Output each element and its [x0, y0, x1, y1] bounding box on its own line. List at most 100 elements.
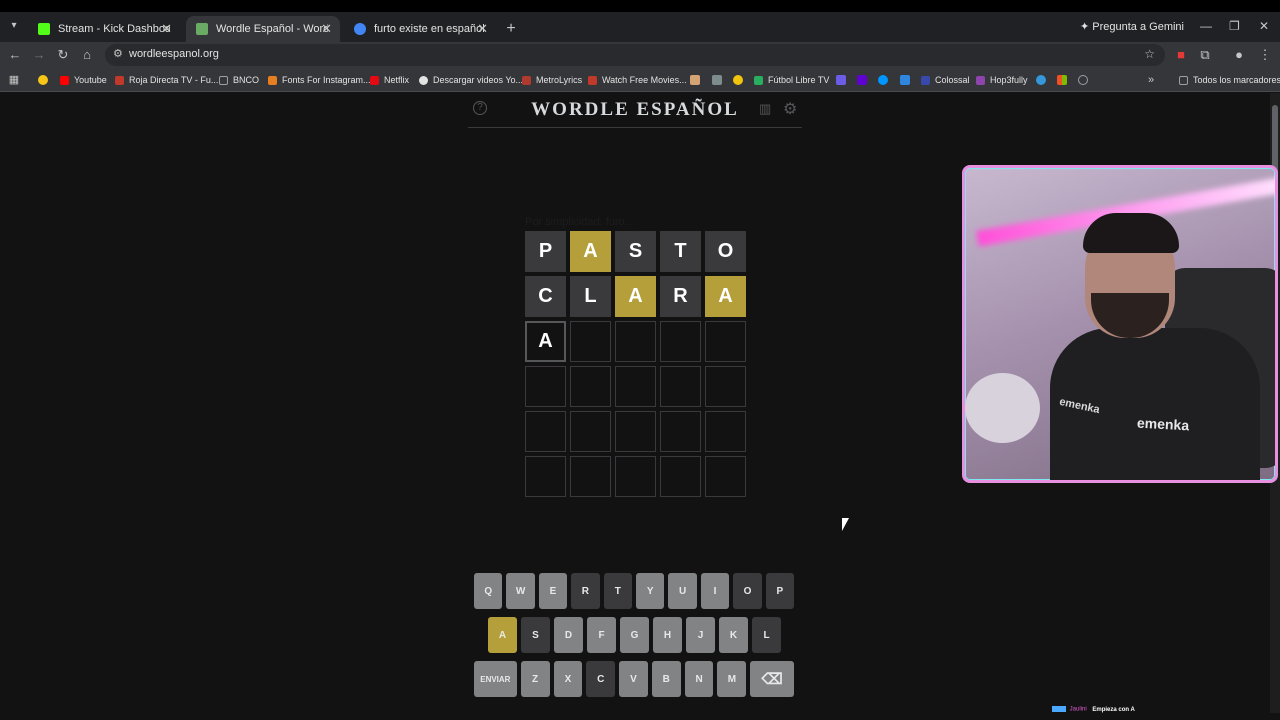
board-tile: O — [705, 231, 746, 272]
tab-google-search[interactable]: furto existe en español - Buscar con Goo… — [344, 16, 496, 42]
key-z[interactable]: Z — [520, 661, 550, 697]
close-window-icon[interactable]: ✕ — [1259, 19, 1269, 33]
reload-icon[interactable]: ↻ — [54, 46, 72, 64]
tab-search-chevron-icon[interactable]: ▾ — [6, 18, 22, 34]
new-tab-plus-icon[interactable]: + — [502, 20, 520, 38]
close-tab-icon[interactable]: ✕ — [477, 16, 488, 42]
restore-icon[interactable]: ❐ — [1229, 19, 1240, 33]
key-r[interactable]: R — [571, 573, 600, 609]
key-q[interactable]: Q — [474, 573, 503, 609]
tab-kick-dashboard[interactable]: Stream - Kick Dashboard ✕ — [28, 16, 180, 42]
bookmark-watch-movies[interactable]: Watch Free Movies... — [588, 72, 687, 88]
keyboard-row: ENVIAR Z X C V B N M ⌫ — [474, 661, 798, 697]
site-info-icon[interactable]: ⚙ — [113, 47, 123, 60]
key-p[interactable]: P — [765, 573, 795, 609]
forward-arrow-icon[interactable]: → — [30, 46, 48, 64]
key-v[interactable]: V — [619, 661, 648, 697]
extensions-puzzle-icon[interactable]: ⧉ — [1196, 46, 1214, 64]
bookmark-descargar-videos[interactable]: Descargar videos Yo... — [419, 72, 523, 88]
key-h[interactable]: H — [653, 617, 682, 653]
key-d[interactable]: D — [554, 617, 583, 653]
key-t[interactable]: T — [603, 573, 633, 609]
key-s[interactable]: S — [521, 617, 550, 653]
microsoft-icon[interactable] — [1057, 75, 1067, 85]
address-bar[interactable]: ⚙ wordleespanol.org ☆ — [105, 44, 1165, 66]
apps-grid-icon[interactable]: ▦ — [5, 71, 23, 89]
yahoo-icon[interactable] — [857, 75, 867, 85]
game-board: PASTOCLARAA — [525, 231, 746, 501]
page-title: WORDLE ESPAÑOL — [531, 99, 739, 120]
key-j[interactable]: J — [686, 617, 715, 653]
key-i[interactable]: I — [700, 573, 730, 609]
netflix-icon — [370, 76, 379, 85]
bookmark-hop3fully[interactable]: Hop3fully — [976, 72, 1028, 88]
key-w[interactable]: W — [506, 573, 535, 609]
folder-icon — [1179, 76, 1188, 85]
bookmark-all-bookmarks[interactable]: Todos los marcadores — [1179, 72, 1280, 88]
profile-avatar-icon[interactable]: ● — [1230, 46, 1248, 64]
key-x[interactable]: X — [553, 661, 583, 697]
board-tile — [705, 456, 746, 497]
bookmark-icon[interactable] — [690, 75, 700, 85]
more-bookmarks-chevron-icon[interactable]: » — [1142, 71, 1160, 89]
enter-key[interactable]: ENVIAR — [474, 661, 517, 697]
chat-badge-icon — [1052, 706, 1066, 712]
key-o[interactable]: O — [733, 573, 762, 609]
bookmark-icon[interactable] — [733, 75, 743, 85]
gemini-button[interactable]: ✦ Pregunta a Gemini — [1080, 20, 1184, 33]
bookmark-icon[interactable] — [1036, 75, 1046, 85]
key-g[interactable]: G — [620, 617, 649, 653]
bookmark-icon[interactable] — [900, 75, 910, 85]
board-tile — [615, 411, 656, 452]
key-u[interactable]: U — [668, 573, 697, 609]
bookmark-icon[interactable] — [878, 75, 888, 85]
close-tab-icon[interactable]: ✕ — [321, 16, 332, 42]
bookmark-icon[interactable] — [836, 75, 846, 85]
emoji-bookmark-icon[interactable] — [38, 75, 48, 85]
close-tab-icon[interactable]: ✕ — [161, 16, 172, 42]
bookmark-icon[interactable] — [712, 75, 722, 85]
folder-icon — [219, 76, 228, 85]
bookmark-fonts-instagram[interactable]: Fonts For Instagram... — [268, 72, 371, 88]
bookmark-metrolyrics[interactable]: MetroLyrics — [522, 72, 582, 88]
backspace-key-icon[interactable]: ⌫ — [750, 661, 794, 697]
bookmark-bnco[interactable]: BNCO — [219, 72, 259, 88]
key-k[interactable]: K — [719, 617, 748, 653]
tab-wordle[interactable]: Wordle Español - Wordle ilimitado ✕ — [186, 16, 340, 42]
globe-icon[interactable] — [1078, 75, 1088, 85]
metrolyrics-icon — [522, 76, 531, 85]
board-row: PASTO — [525, 231, 746, 272]
key-a[interactable]: A — [488, 617, 517, 653]
stats-chart-icon[interactable]: ▥ — [759, 101, 771, 117]
gear-icon[interactable]: ⚙ — [783, 99, 797, 119]
back-arrow-icon[interactable]: ← — [6, 46, 24, 64]
extension-icon[interactable]: ■ — [1172, 46, 1190, 64]
key-e[interactable]: E — [538, 573, 568, 609]
board-tile — [660, 456, 701, 497]
key-l[interactable]: L — [752, 617, 781, 653]
fonts-icon — [268, 76, 277, 85]
bookmark-colossal[interactable]: Colossal — [921, 72, 970, 88]
minimize-icon[interactable]: — — [1200, 19, 1212, 33]
key-n[interactable]: N — [684, 661, 714, 697]
bookmark-star-icon[interactable]: ☆ — [1144, 47, 1155, 61]
key-f[interactable]: F — [587, 617, 616, 653]
board-tile: A — [705, 276, 746, 317]
key-c[interactable]: C — [586, 661, 616, 697]
home-icon[interactable]: ⌂ — [78, 46, 96, 64]
bookmark-youtube[interactable]: Youtube — [60, 72, 107, 88]
board-row — [525, 411, 746, 452]
board-tile: C — [525, 276, 566, 317]
bookmark-futbol-libre[interactable]: Fútbol Libre TV — [754, 72, 829, 88]
key-m[interactable]: M — [717, 661, 747, 697]
bookmark-netflix[interactable]: Netflix — [370, 72, 409, 88]
bookmark-roja-directa[interactable]: Roja Directa TV - Fu... — [115, 72, 218, 88]
key-y[interactable]: Y — [636, 573, 665, 609]
board-row — [525, 366, 746, 407]
menu-kebab-icon[interactable]: ⋮ — [1256, 46, 1274, 64]
webcam-overlay: emenka emenka — [962, 165, 1278, 483]
board-tile — [615, 456, 656, 497]
key-b[interactable]: B — [651, 661, 681, 697]
board-tile — [615, 321, 656, 362]
keyboard-row: QWERTYUIOP — [474, 573, 798, 609]
